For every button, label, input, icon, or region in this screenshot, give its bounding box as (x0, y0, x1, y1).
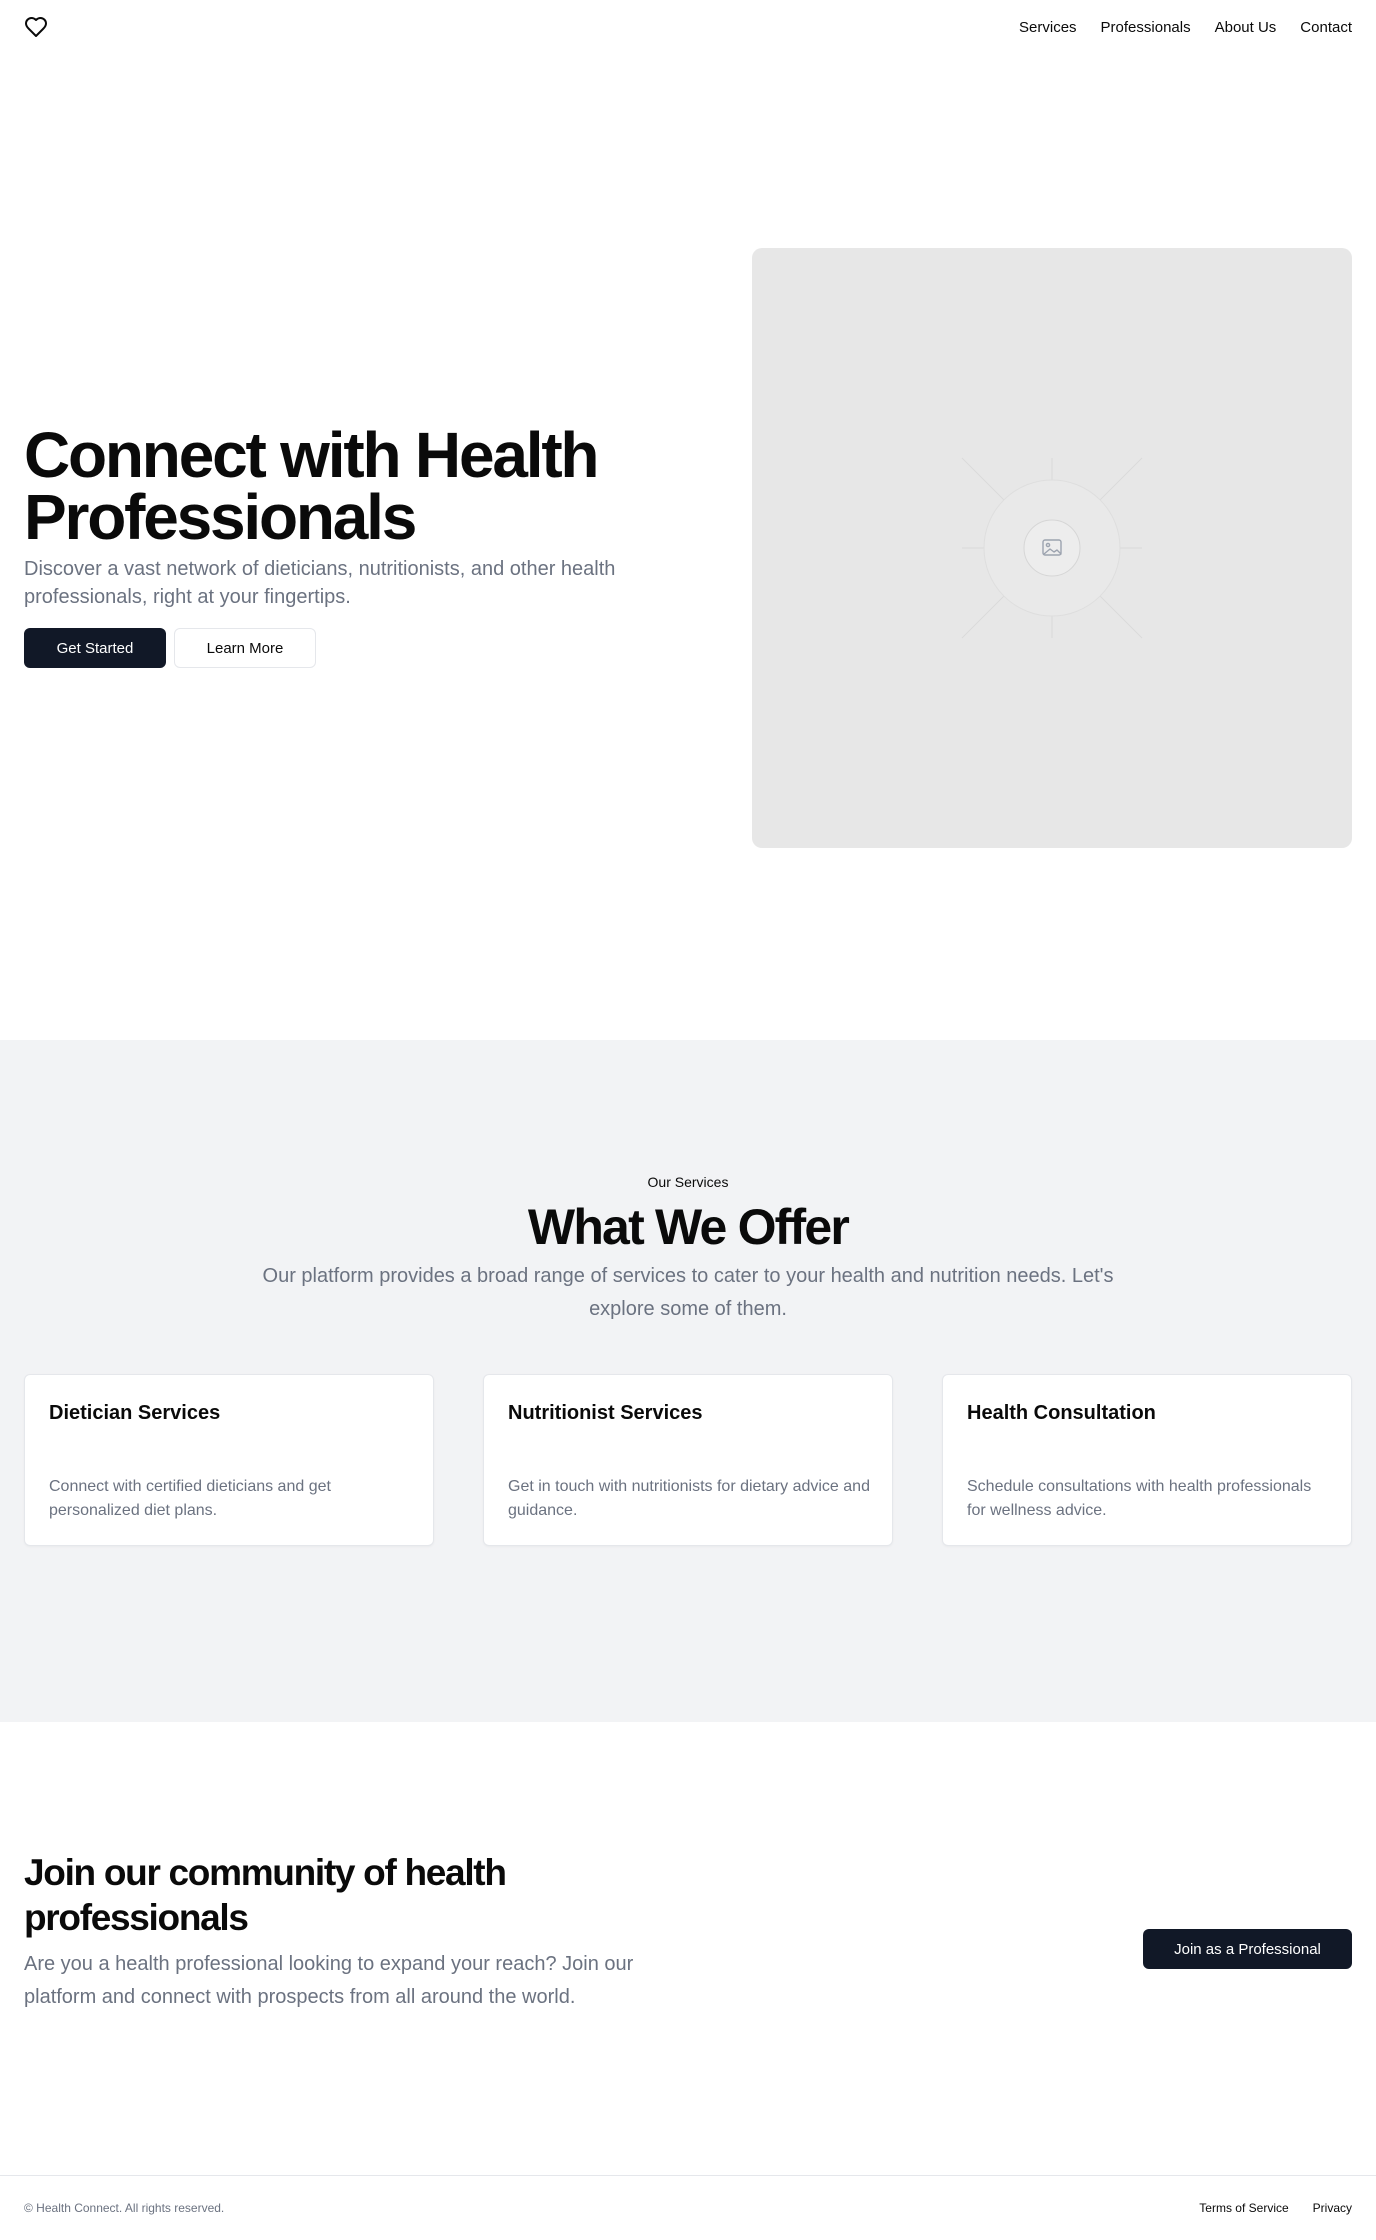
copyright-text: © Health Connect. All rights reserved. (24, 2201, 225, 2215)
nav-professionals-link[interactable]: Professionals (1101, 16, 1191, 40)
privacy-link[interactable]: Privacy (1313, 2199, 1352, 2217)
get-started-button[interactable]: Get Started (24, 628, 166, 668)
hero-image-placeholder (752, 248, 1352, 848)
nav-contact-link[interactable]: Contact (1300, 16, 1352, 40)
heart-icon[interactable] (24, 15, 48, 39)
card-nutritionist-services[interactable]: Nutritionist Services Get in touch with … (483, 1374, 893, 1546)
hero-title: Connect with Health Professionals (24, 419, 600, 553)
nav-about-us-link[interactable]: About Us (1215, 16, 1277, 40)
card-dietician-services[interactable]: Dietician Services Connect with certifie… (24, 1374, 434, 1546)
image-placeholder-icon (961, 457, 1143, 639)
services-description: Our platform provides a broad range of s… (262, 1265, 1114, 1320)
card-title: Health Consultation (967, 1402, 1156, 1424)
main-nav: Services Professionals About Us Contact (1019, 16, 1352, 40)
services-title: What We Offer (527, 1199, 850, 1255)
card-title: Dietician Services (49, 1402, 221, 1424)
card-description: Schedule consultations with health profe… (967, 1478, 1312, 1519)
card-description: Get in touch with nutritionists for diet… (508, 1478, 870, 1519)
footer-links: Terms of Service Privacy (1199, 2199, 1352, 2217)
join-as-professional-button[interactable]: Join as a Professional (1143, 1929, 1352, 1969)
card-title: Nutritionist Services (508, 1402, 703, 1424)
terms-of-service-link[interactable]: Terms of Service (1199, 2199, 1288, 2217)
footer-divider (0, 2175, 1376, 2176)
card-health-consultation[interactable]: Health Consultation Schedule consultatio… (942, 1374, 1352, 1546)
nav-services-link[interactable]: Services (1019, 16, 1077, 40)
card-description: Connect with certified dieticians and ge… (49, 1478, 331, 1519)
learn-more-button[interactable]: Learn More (174, 628, 316, 668)
hero-description: Discover a vast network of dieticians, n… (24, 558, 616, 608)
join-description: Are you a health professional looking to… (24, 1953, 634, 2008)
services-eyebrow: Our Services (647, 1174, 729, 1190)
join-title: Join our community of health professiona… (24, 1852, 507, 1938)
